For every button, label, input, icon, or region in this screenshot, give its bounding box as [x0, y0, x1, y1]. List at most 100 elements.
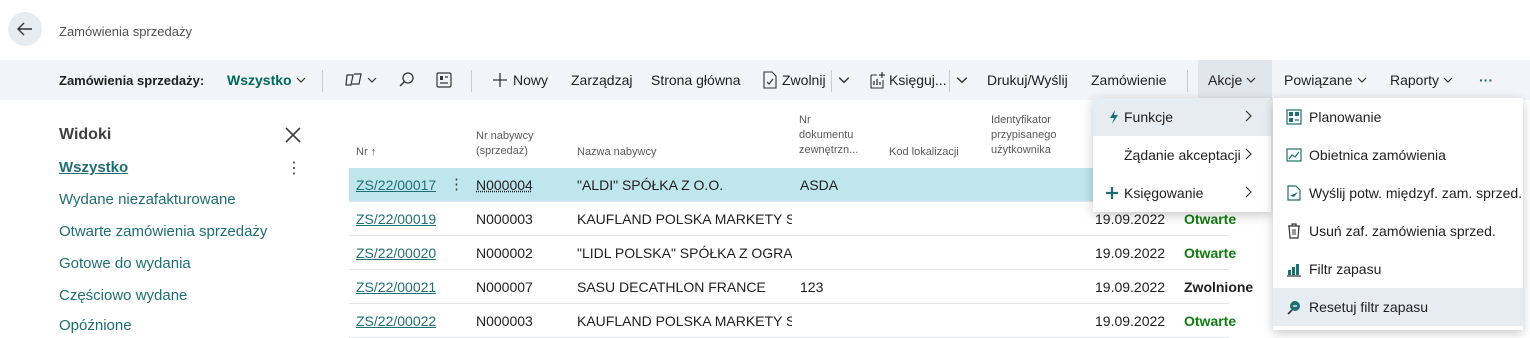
page-title: Zamówienia sprzedaży — [59, 24, 192, 39]
manage-menu[interactable]: Zarządzaj — [571, 60, 632, 100]
post-dropdown-button[interactable] — [956, 60, 968, 100]
view-selector[interactable]: Wszystko — [227, 60, 306, 100]
chevron-down-icon — [367, 75, 377, 85]
reports-label: Raporty — [1390, 72, 1439, 88]
table-row[interactable]: ZS/22/00020 N000002 "LIDL POLSKA" SPÓŁKA… — [349, 236, 1229, 270]
menu-item-label: Wyślij potw. międzyf. zam. sprzed. — [1309, 185, 1522, 201]
table-row[interactable]: ZS/22/00021 N000007 SASU DECATHLON FRANC… — [349, 270, 1229, 304]
separator — [471, 70, 472, 92]
release-label: Zwolnij — [782, 72, 826, 88]
ext-doc-no: ASDA — [800, 177, 838, 193]
reports-menu[interactable]: Raporty — [1390, 60, 1453, 100]
row-options-kebab[interactable]: ⋮ — [449, 175, 464, 193]
separator — [831, 70, 832, 92]
related-menu[interactable]: Powiązane — [1284, 60, 1367, 100]
header-line: dokumentu — [799, 128, 858, 143]
filter-pane-button[interactable] — [345, 60, 377, 100]
chevron-down-icon — [1246, 75, 1256, 85]
layout-button[interactable] — [435, 60, 453, 100]
menu-item-order-promising[interactable]: Obietnica zamówienia — [1273, 136, 1523, 174]
view-item-shipped-not-invoiced[interactable]: Wydane niezafakturowane — [59, 191, 236, 208]
menu-item-posting[interactable]: Księgowanie — [1093, 174, 1271, 212]
release-dropdown-button[interactable] — [838, 60, 850, 100]
action-bar: Zamówienia sprzedaży: Wszystko Nowy Zarz… — [0, 60, 1530, 100]
actions-dropdown: Funkcje Żądanie akceptacji Księgowanie — [1093, 98, 1271, 212]
order-no-link[interactable]: ZS/22/00020 — [356, 245, 436, 261]
menu-item-label: Filtr zapasu — [1309, 261, 1381, 277]
back-button[interactable] — [8, 12, 42, 46]
close-icon[interactable] — [282, 124, 304, 146]
new-button[interactable]: Nowy — [492, 60, 548, 100]
post-label: Księguj... — [889, 72, 947, 88]
separator — [949, 70, 950, 92]
menu-item-label: Żądanie akceptacji — [1124, 147, 1241, 163]
menu-item-reset-stock-filter[interactable]: Resetuj filtr zapasu — [1273, 288, 1523, 326]
view-item-ready-to-ship[interactable]: Gotowe do wydania — [59, 255, 191, 272]
buyer-name: "ALDI" SPÓŁKA Z O.O. — [577, 177, 787, 193]
order-no-link[interactable]: ZS/22/00019 — [356, 211, 436, 227]
order-no-link[interactable]: ZS/22/00022 — [356, 313, 436, 329]
order-menu[interactable]: Zamówienie — [1091, 60, 1166, 100]
chevron-right-icon — [1243, 186, 1253, 198]
column-header-buyer-no[interactable]: Nr nabywcy (sprzedaż) — [476, 129, 533, 159]
chevron-down-icon — [956, 74, 968, 86]
order-no-link[interactable]: ZS/22/00021 — [356, 279, 436, 295]
menu-item-stock-filter[interactable]: Filtr zapasu — [1273, 250, 1523, 288]
header-line: Identyfikator — [991, 113, 1056, 128]
home-menu[interactable]: Strona główna — [651, 60, 741, 100]
column-header-no[interactable]: Nr ↑ — [356, 145, 376, 160]
header-line: Nr nabywcy — [476, 129, 533, 144]
arrow-left-icon — [16, 20, 34, 38]
status-badge: Otwarte — [1184, 313, 1236, 329]
menu-item-functions[interactable]: Funkcje — [1093, 98, 1271, 136]
actions-menu[interactable]: Akcje — [1198, 60, 1272, 100]
chevron-down-icon — [296, 75, 306, 85]
column-header-location[interactable]: Kod lokalizacji — [889, 145, 959, 160]
menu-item-send-ic-confirmation[interactable]: Wyślij potw. międzyf. zam. sprzed. — [1273, 174, 1523, 212]
view-options-kebab[interactable]: ⋮ — [286, 158, 302, 178]
posting-icon — [1105, 184, 1119, 202]
column-header-ext-doc[interactable]: Nr dokumentu zewnętrzn... — [799, 113, 858, 158]
table-row[interactable]: ZS/22/00022 N000003 KAUFLAND POLSKA MARK… — [349, 304, 1229, 338]
order-no-link[interactable]: ZS/22/00017 — [356, 177, 436, 193]
header-line: Nr — [799, 113, 858, 128]
order-date: 19.09.2022 — [1095, 211, 1165, 227]
actions-label: Akcje — [1208, 72, 1242, 88]
more-options-button[interactable]: ··· — [1479, 60, 1493, 100]
menu-item-approval-request[interactable]: Żądanie akceptacji — [1093, 136, 1271, 174]
view-item-partially-shipped[interactable]: Częściowo wydane — [59, 287, 187, 304]
view-item-delayed[interactable]: Opóźnione — [59, 317, 132, 334]
search-button[interactable] — [398, 60, 416, 100]
chevron-right-icon — [1243, 148, 1253, 160]
view-item-open-orders[interactable]: Otwarte zamówienia sprzedaży — [59, 223, 267, 240]
header-line: (sprzedaż) — [476, 144, 533, 159]
menu-item-label: Obietnica zamówienia — [1309, 147, 1446, 163]
layout-icon — [435, 71, 453, 89]
buyer-no: N000003 — [476, 211, 533, 227]
release-button[interactable]: Zwolnij — [762, 60, 826, 100]
ext-doc-no: 123 — [800, 279, 823, 295]
menu-item-planning[interactable]: Planowanie — [1273, 98, 1523, 136]
separator — [322, 70, 323, 92]
column-header-assigned-user[interactable]: Identyfikator przypisanego użytkownika — [991, 113, 1056, 158]
order-date: 19.09.2022 — [1095, 245, 1165, 261]
filter-icon — [345, 72, 363, 88]
chevron-down-icon — [838, 74, 850, 86]
header-line: użytkownika — [991, 143, 1056, 158]
post-button[interactable]: Księguj... — [869, 60, 947, 100]
related-label: Powiązane — [1284, 72, 1353, 88]
status-badge: Zwolnione — [1184, 279, 1253, 295]
release-icon — [762, 71, 778, 89]
view-item-all[interactable]: Wszystko — [59, 159, 128, 176]
menu-item-delete-invoiced[interactable]: Usuń zaf. zamówienia sprzed. — [1273, 212, 1523, 250]
buyer-name: KAUFLAND POLSKA MARKETY S... — [577, 211, 792, 227]
stock-filter-icon — [1285, 260, 1303, 278]
buyer-no[interactable]: N000004 — [476, 177, 533, 193]
menu-item-label: Planowanie — [1309, 109, 1381, 125]
send-document-icon — [1285, 184, 1303, 202]
buyer-no: N000007 — [476, 279, 533, 295]
column-header-buyer-name[interactable]: Nazwa nabywcy — [577, 145, 656, 160]
reset-filter-icon — [1285, 298, 1303, 316]
print-send-menu[interactable]: Drukuj/Wyślij — [987, 60, 1068, 100]
view-label: Zamówienia sprzedaży: — [59, 60, 204, 100]
